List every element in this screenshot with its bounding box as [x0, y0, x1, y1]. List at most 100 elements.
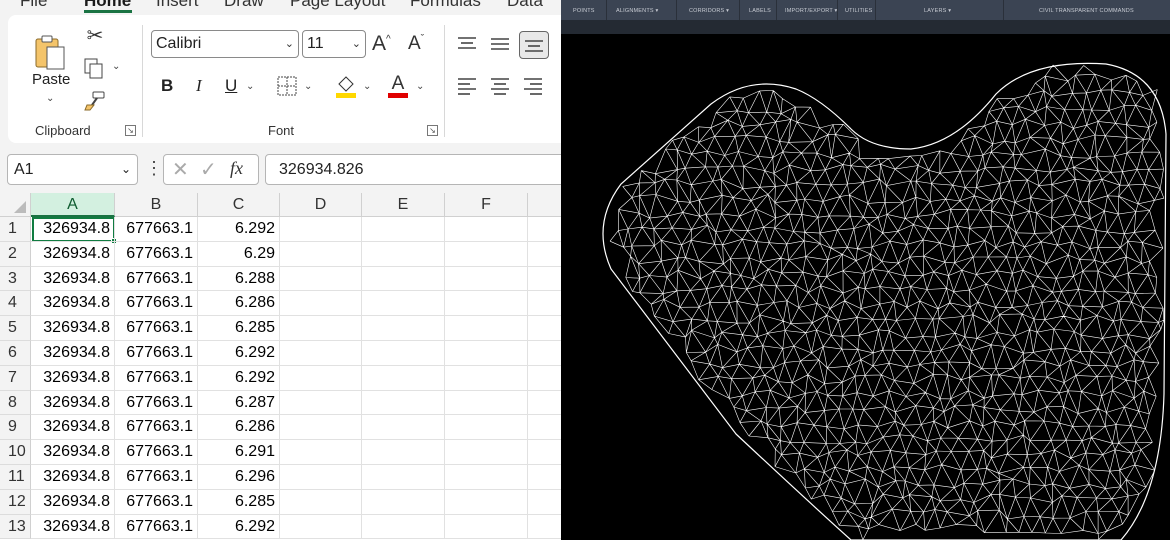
table-cell[interactable] [362, 390, 445, 416]
table-cell[interactable] [528, 490, 561, 515]
align-right-icon[interactable] [522, 75, 544, 97]
insert-function-button[interactable]: fx [230, 158, 243, 179]
shrink-font-button[interactable]: Aˇ [408, 33, 424, 55]
table-cell[interactable]: 326934.8 [31, 440, 115, 465]
copy-dropdown-icon[interactable]: ⌄ [112, 61, 120, 72]
table-cell[interactable] [280, 241, 362, 267]
table-cell[interactable]: 6.291 [198, 440, 280, 465]
table-cell[interactable] [362, 440, 445, 465]
table-cell[interactable] [528, 440, 561, 465]
table-cell[interactable] [362, 365, 445, 391]
enter-icon[interactable]: ✓ [200, 157, 217, 182]
row-header[interactable]: 1 [0, 217, 31, 242]
font-family-select[interactable]: Calibri ⌄ [151, 30, 299, 58]
table-cell[interactable] [528, 341, 561, 366]
row-header[interactable]: 13 [0, 514, 31, 540]
align-top-icon[interactable] [456, 33, 478, 55]
table-cell[interactable]: 326934.8 [31, 390, 115, 416]
table-cell[interactable]: 326934.8 [31, 415, 115, 441]
table-cell[interactable] [528, 465, 561, 490]
table-cell[interactable] [362, 291, 445, 317]
ribbon-panel-import-export[interactable]: IMPORT/EXPORT ▾ [785, 8, 838, 14]
fill-dropdown-icon[interactable]: ⌄ [363, 81, 371, 92]
row-header[interactable]: 8 [0, 390, 31, 416]
ribbon-panel-layers[interactable]: LAYERS ▾ [924, 8, 951, 14]
table-cell[interactable] [445, 365, 528, 391]
align-bottom-icon[interactable] [519, 31, 549, 59]
cut-icon[interactable]: ✂ [84, 23, 106, 47]
table-cell[interactable] [445, 217, 528, 242]
table-cell[interactable] [362, 341, 445, 366]
table-cell[interactable]: 6.292 [198, 341, 280, 366]
bold-button[interactable]: B [161, 76, 173, 96]
ribbon-panel-points[interactable]: POINTS [573, 8, 595, 14]
row-header[interactable]: 6 [0, 341, 31, 366]
tab-page-layout[interactable]: Page Layout [290, 0, 385, 11]
table-cell[interactable]: 326934.8 [31, 291, 115, 317]
column-header-f[interactable]: F [445, 193, 528, 217]
table-cell[interactable]: 677663.1 [115, 440, 198, 465]
row-header[interactable]: 12 [0, 489, 31, 515]
more-options-icon[interactable]: ⋮ [145, 158, 163, 179]
table-cell[interactable]: 6.288 [198, 266, 280, 292]
table-cell[interactable]: 326934.8 [31, 316, 115, 341]
row-header[interactable]: 11 [0, 465, 31, 490]
table-cell[interactable] [362, 465, 445, 490]
table-cell[interactable] [280, 465, 362, 490]
tab-data[interactable]: Data [507, 0, 543, 11]
italic-button[interactable]: I [196, 76, 202, 96]
row-header[interactable]: 5 [0, 316, 31, 341]
table-cell[interactable] [280, 341, 362, 366]
tab-file[interactable]: File [20, 0, 47, 11]
table-cell[interactable] [445, 291, 528, 317]
align-middle-icon[interactable] [489, 33, 511, 55]
table-cell[interactable]: 677663.1 [115, 514, 198, 540]
column-header-c[interactable]: C [198, 193, 280, 217]
table-cell[interactable]: 6.292 [198, 217, 280, 242]
table-cell[interactable]: 326934.8 [31, 489, 115, 515]
table-cell[interactable] [528, 415, 561, 441]
row-header[interactable]: 3 [0, 266, 31, 292]
table-cell[interactable]: 326934.8 [31, 514, 115, 540]
font-size-select[interactable]: 11 ⌄ [302, 30, 366, 58]
table-cell[interactable] [528, 267, 561, 292]
ribbon-panel-labels[interactable]: LABELS [749, 8, 771, 14]
table-cell[interactable] [528, 391, 561, 416]
align-center-icon[interactable] [489, 75, 511, 97]
formula-input[interactable]: 326934.826 [265, 154, 561, 185]
table-cell[interactable] [445, 514, 528, 540]
table-cell[interactable] [445, 390, 528, 416]
table-cell[interactable]: 677663.1 [115, 390, 198, 416]
table-cell[interactable] [362, 489, 445, 515]
table-cell[interactable]: 677663.1 [115, 489, 198, 515]
table-cell[interactable] [280, 291, 362, 317]
table-cell[interactable] [445, 241, 528, 267]
table-cell[interactable]: 677663.1 [115, 465, 198, 490]
table-cell[interactable] [445, 316, 528, 341]
table-cell[interactable] [445, 440, 528, 465]
borders-icon[interactable] [276, 75, 298, 97]
tin-surface-mesh[interactable] [561, 34, 1170, 540]
table-cell[interactable] [445, 465, 528, 490]
ribbon-panel-civil-transparent[interactable]: CIVIL TRANSPARENT COMMANDS [1039, 8, 1134, 14]
copy-icon[interactable] [82, 57, 106, 81]
table-cell[interactable] [528, 515, 561, 540]
table-cell[interactable] [362, 241, 445, 267]
table-cell[interactable]: 326934.8 [31, 365, 115, 391]
grow-font-button[interactable]: A^ [372, 32, 391, 56]
table-cell[interactable]: 6.286 [198, 291, 280, 317]
table-cell[interactable] [280, 390, 362, 416]
table-cell[interactable] [528, 316, 561, 341]
table-cell[interactable] [280, 514, 362, 540]
table-cell[interactable] [528, 366, 561, 391]
column-header-e[interactable]: E [362, 193, 445, 217]
table-cell[interactable]: 326934.8 [31, 465, 115, 490]
table-cell[interactable]: 6.285 [198, 489, 280, 515]
table-cell[interactable] [280, 489, 362, 515]
table-cell[interactable]: 677663.1 [115, 217, 198, 242]
table-cell[interactable]: 677663.1 [115, 291, 198, 317]
table-cell[interactable]: 6.285 [198, 316, 280, 341]
column-header-d[interactable]: D [280, 193, 362, 217]
underline-button[interactable]: U [225, 76, 237, 96]
table-cell[interactable]: 6.292 [198, 365, 280, 391]
